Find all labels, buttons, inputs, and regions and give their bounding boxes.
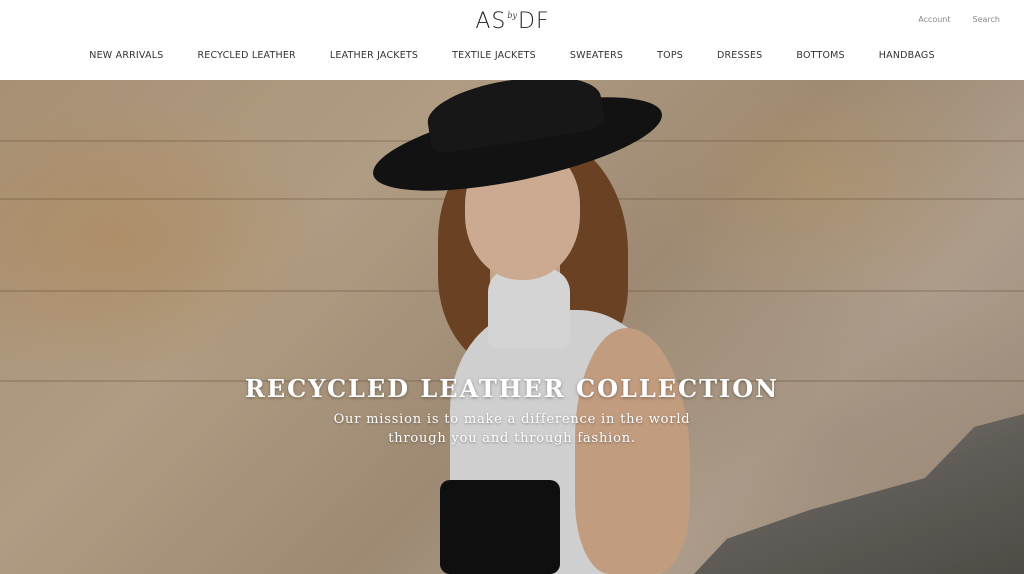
- logo-by: by: [507, 10, 518, 20]
- nav-item-bottoms[interactable]: BOTTOMS: [796, 50, 844, 61]
- nav-item-leather-jackets[interactable]: LEATHER JACKETS: [330, 50, 418, 61]
- hero-overlay: [0, 80, 1024, 574]
- hero-banner[interactable]: RECYCLED LEATHER COLLECTION Our mission …: [0, 80, 1024, 574]
- brand-logo[interactable]: AS by DF: [455, 8, 570, 34]
- site-header: AS by DF Account Search NEW ARRIVALS REC…: [0, 0, 1024, 80]
- search-link[interactable]: Search: [973, 15, 1000, 24]
- nav-item-recycled-leather[interactable]: RECYCLED LEATHER: [197, 50, 295, 61]
- nav-item-tops[interactable]: TOPS: [657, 50, 683, 61]
- nav-item-sweaters[interactable]: SWEATERS: [570, 50, 623, 61]
- account-link[interactable]: Account: [918, 15, 950, 24]
- nav-item-textile-jackets[interactable]: TEXTILE JACKETS: [452, 50, 536, 61]
- nav-item-new-arrivals[interactable]: NEW ARRIVALS: [89, 50, 163, 61]
- hero-subtitle: Our mission is to make a difference in t…: [0, 410, 1024, 448]
- hero-subtitle-line-1: Our mission is to make a difference in t…: [333, 412, 691, 427]
- utility-links: Account Search: [918, 15, 1000, 24]
- main-nav: NEW ARRIVALS RECYCLED LEATHER LEATHER JA…: [0, 50, 1024, 61]
- nav-item-dresses[interactable]: DRESSES: [717, 50, 762, 61]
- hero-subtitle-line-2: through you and through fashion.: [388, 431, 636, 446]
- hero-title: RECYCLED LEATHER COLLECTION: [244, 374, 780, 403]
- logo-right: DF: [518, 8, 550, 34]
- nav-item-handbags[interactable]: HANDBAGS: [879, 50, 935, 61]
- logo-left: AS: [475, 8, 507, 34]
